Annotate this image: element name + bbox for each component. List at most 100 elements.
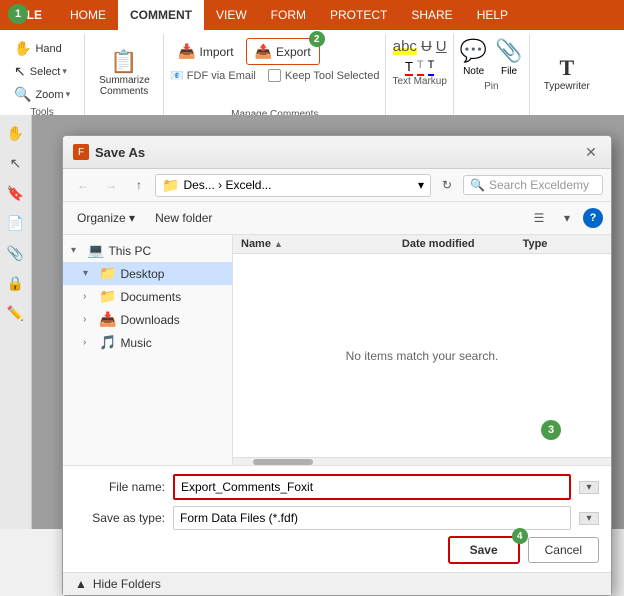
import-button[interactable]: 📥 Import bbox=[170, 39, 241, 64]
documents-expand-icon: › bbox=[83, 291, 95, 302]
markup-icons: abc U U bbox=[393, 38, 447, 55]
file-name-label: File name: bbox=[75, 480, 165, 494]
breadcrumb-dropdown-arrow[interactable]: ▾ bbox=[418, 178, 424, 192]
file-button[interactable]: 📎 File bbox=[495, 38, 522, 77]
sidebar-icon-hand[interactable]: ✋ bbox=[2, 119, 30, 147]
view-toggle-button[interactable]: ☰ bbox=[527, 206, 551, 230]
summarize-button[interactable]: 📋 Summarize Comments bbox=[91, 38, 157, 108]
pin-icons: 💬 Note 📎 File bbox=[460, 38, 523, 77]
horizontal-scrollbar[interactable] bbox=[233, 457, 611, 465]
desktop-expand-icon: ▾ bbox=[83, 268, 95, 279]
col-date-header[interactable]: Date modified bbox=[402, 238, 523, 250]
file-name-dropdown[interactable]: ▾ bbox=[579, 481, 599, 494]
save-btn-container: Save 4 bbox=[448, 536, 520, 564]
export-icon: 📤 bbox=[255, 43, 272, 60]
text-markup-label: Text Markup bbox=[392, 76, 446, 87]
badge-3-container: 3 bbox=[541, 420, 561, 440]
breadcrumb: 📁 Des... › Exceld... ▾ bbox=[155, 174, 431, 197]
fdf-icon: 📧 bbox=[170, 69, 184, 82]
tools-group: ✋ Hand ↖ Select ▾ 🔍 Zoom ▾ Tools bbox=[0, 34, 85, 126]
hand-button[interactable]: ✋ Hand bbox=[8, 38, 76, 59]
badge-4: 4 bbox=[512, 528, 528, 544]
export-badge: 2 bbox=[309, 31, 325, 47]
nav-documents[interactable]: › 📁 Documents bbox=[63, 285, 232, 308]
ribbon: FILE HOME COMMENT VIEW FORM PROTECT SHAR… bbox=[0, 0, 624, 128]
toolbar: ✋ Hand ↖ Select ▾ 🔍 Zoom ▾ Tools 📋 Summa… bbox=[0, 30, 624, 127]
nav-this-pc[interactable]: ▾ 💻 This PC bbox=[63, 239, 232, 262]
save-type-label: Save as type: bbox=[75, 511, 165, 525]
desktop-label: Desktop bbox=[120, 267, 164, 281]
dialog-toolbar-right: ☰ ▾ ? bbox=[527, 206, 603, 230]
pin-label: Pin bbox=[484, 81, 498, 92]
nav-music[interactable]: › 🎵 Music bbox=[63, 331, 232, 354]
sidebar-icon-lock[interactable]: 🔒 bbox=[2, 269, 30, 297]
typewriter-button[interactable]: T Typewriter bbox=[536, 38, 598, 108]
tab-home[interactable]: HOME bbox=[58, 0, 118, 30]
new-folder-button[interactable]: New folder bbox=[149, 208, 218, 228]
summarize-group: 📋 Summarize Comments bbox=[85, 34, 164, 126]
organize-button[interactable]: Organize ▾ bbox=[71, 208, 141, 228]
sidebar-icon-edit[interactable]: ✏️ bbox=[2, 299, 30, 327]
keep-tool-checkbox[interactable] bbox=[268, 69, 281, 82]
desktop-icon: 📁 bbox=[99, 265, 116, 282]
sidebar-icon-bookmark[interactable]: 🔖 bbox=[2, 179, 30, 207]
music-label: Music bbox=[120, 336, 151, 350]
tab-view[interactable]: VIEW bbox=[204, 0, 259, 30]
zoom-button[interactable]: 🔍 Zoom ▾ bbox=[8, 84, 76, 105]
nav-forward-button[interactable]: → bbox=[99, 173, 123, 197]
fdf-email-button[interactable]: 📧 FDF via Email bbox=[170, 69, 256, 82]
no-items-message: No items match your search. bbox=[346, 349, 499, 363]
help-button[interactable]: ? bbox=[583, 208, 603, 228]
breadcrumb-folder-icon: 📁 bbox=[162, 177, 179, 194]
tab-protect[interactable]: PROTECT bbox=[318, 0, 399, 30]
underline-icon: U bbox=[436, 38, 447, 55]
tab-help[interactable]: HELP bbox=[465, 0, 520, 30]
nav-up-button[interactable]: ↑ bbox=[127, 173, 151, 197]
badge-1: 1 bbox=[8, 4, 28, 24]
dialog-toolbar-left: Organize ▾ New folder bbox=[71, 208, 218, 228]
file-panel: Name ▲ Date modified Type No items match… bbox=[233, 235, 611, 465]
tab-form[interactable]: FORM bbox=[259, 0, 318, 30]
dialog-close-button[interactable]: ✕ bbox=[581, 142, 601, 162]
tab-share[interactable]: SHARE bbox=[399, 0, 464, 30]
cancel-button[interactable]: Cancel bbox=[528, 537, 599, 563]
tab-comment[interactable]: COMMENT bbox=[118, 0, 204, 30]
file-name-input[interactable] bbox=[173, 474, 571, 500]
save-type-dropdown[interactable]: ▾ bbox=[579, 512, 599, 525]
col-name-header[interactable]: Name ▲ bbox=[241, 238, 402, 250]
note-button[interactable]: 💬 Note bbox=[460, 38, 487, 77]
nav-refresh-button[interactable]: ↻ bbox=[435, 173, 459, 197]
tab-bar: FILE HOME COMMENT VIEW FORM PROTECT SHAR… bbox=[0, 0, 624, 30]
strikethrough-icon: U bbox=[421, 38, 432, 55]
nav-downloads[interactable]: › 📥 Downloads bbox=[63, 308, 232, 331]
search-icon: 🔍 bbox=[470, 178, 485, 192]
hide-folders-button[interactable]: ▲ Hide Folders bbox=[63, 572, 611, 595]
text-markup-group: abc U U T T T Text Markup bbox=[386, 34, 453, 126]
dialog-title-icon: F bbox=[73, 144, 89, 160]
pin-group: 💬 Note 📎 File Pin bbox=[454, 34, 530, 126]
downloads-icon: 📥 bbox=[99, 311, 116, 328]
sidebar-icon-attach[interactable]: 📎 bbox=[2, 239, 30, 267]
hide-folders-icon: ▲ bbox=[75, 577, 87, 591]
downloads-expand-icon: › bbox=[83, 314, 95, 325]
nav-desktop[interactable]: ▾ 📁 Desktop bbox=[63, 262, 232, 285]
export-button[interactable]: 📤 Export 2 bbox=[246, 38, 320, 65]
view-grid-button[interactable]: ▾ bbox=[555, 206, 579, 230]
search-placeholder: Search Exceldemy bbox=[489, 178, 589, 192]
save-button[interactable]: Save bbox=[448, 536, 520, 564]
downloads-label: Downloads bbox=[120, 313, 179, 327]
dialog-overlay: F Save As ✕ ← → ↑ 📁 Des... › Exceld... ▾… bbox=[32, 115, 624, 529]
scrollbar-thumb[interactable] bbox=[253, 459, 313, 465]
sidebar-icon-layers[interactable]: 📄 bbox=[2, 209, 30, 237]
col-type-header[interactable]: Type bbox=[523, 238, 603, 250]
save-type-input[interactable] bbox=[173, 506, 571, 530]
toolbar-badge-1: 1 bbox=[8, 4, 28, 24]
markup-abc-2: T bbox=[405, 59, 413, 76]
keep-tool-label: Keep Tool Selected bbox=[268, 69, 380, 82]
nav-back-button[interactable]: ← bbox=[71, 173, 95, 197]
sidebar-icon-pointer[interactable]: ↖ bbox=[2, 149, 30, 177]
save-dialog: F Save As ✕ ← → ↑ 📁 Des... › Exceld... ▾… bbox=[62, 135, 612, 596]
breadcrumb-text: Des... › Exceld... bbox=[183, 178, 271, 192]
music-icon: 🎵 bbox=[99, 334, 116, 351]
select-button[interactable]: ↖ Select ▾ bbox=[8, 61, 76, 82]
